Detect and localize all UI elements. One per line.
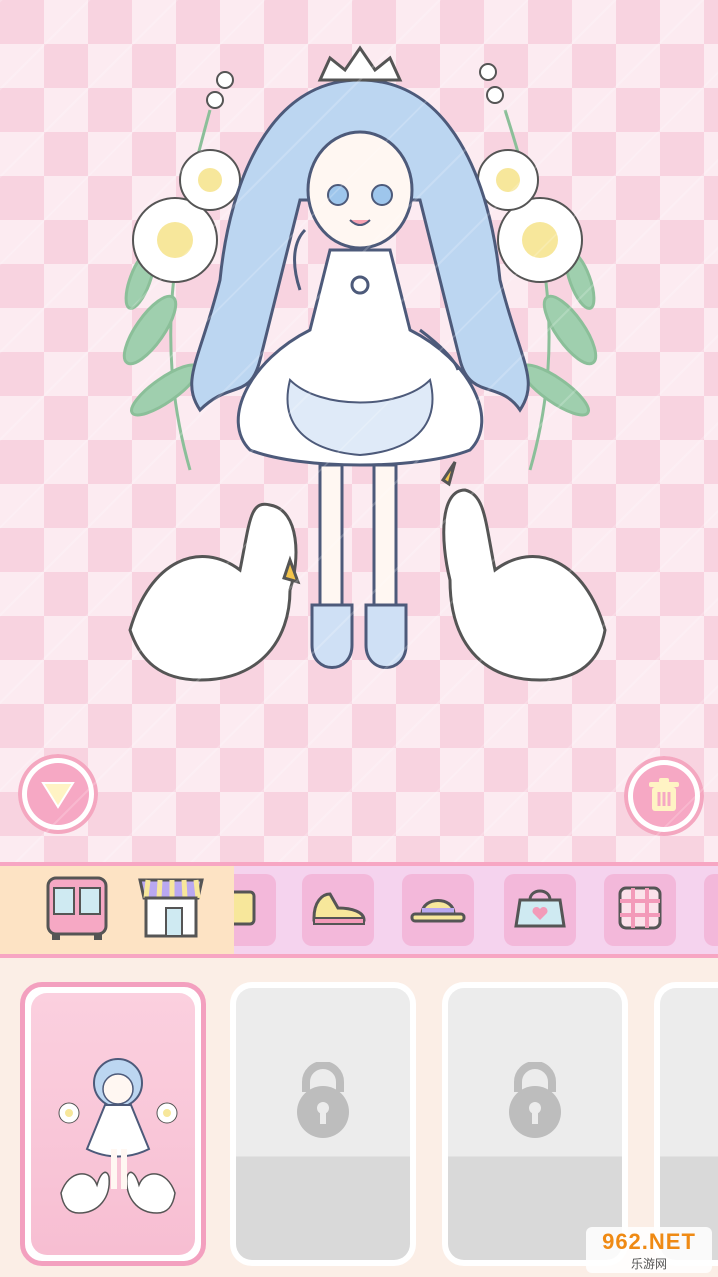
category-shoes[interactable] xyxy=(302,874,374,946)
outfit-slot-3[interactable] xyxy=(442,982,628,1266)
dress xyxy=(236,248,484,467)
outfit-thumbnail xyxy=(31,993,195,1255)
padlock-icon xyxy=(290,1061,356,1142)
outfit-slot-1[interactable] xyxy=(20,982,206,1266)
game-screen: 962.NET 乐游网 xyxy=(0,0,718,1277)
right-swan xyxy=(440,461,607,682)
left-swan xyxy=(128,502,301,682)
triangle-down-icon xyxy=(27,763,89,825)
outfit-slot-2[interactable] xyxy=(230,982,416,1266)
toolbar-left-panel xyxy=(0,866,234,954)
padlock-icon xyxy=(502,1061,568,1142)
category-hat[interactable] xyxy=(402,874,474,946)
shoes-icon xyxy=(308,888,368,932)
left-wreath xyxy=(122,109,212,471)
bag-icon xyxy=(512,886,568,934)
watermark-subtitle: 乐游网 xyxy=(630,1256,667,1271)
shop-icon[interactable] xyxy=(136,874,206,946)
trash-button[interactable] xyxy=(624,756,704,836)
category-more[interactable] xyxy=(704,874,718,946)
tiara xyxy=(317,45,403,82)
category-toolbar xyxy=(0,862,718,958)
category-pattern[interactable] xyxy=(604,874,676,946)
right-wreath xyxy=(503,109,598,471)
trash-icon xyxy=(633,765,695,827)
dress-up-scene xyxy=(0,0,718,862)
hat-icon xyxy=(408,888,468,932)
face xyxy=(306,130,414,250)
wardrobe-icon[interactable] xyxy=(42,874,112,946)
category-bag[interactable] xyxy=(504,874,576,946)
collapse-button[interactable] xyxy=(18,754,98,834)
character-illustration xyxy=(122,45,607,682)
outfit-slot-4[interactable] xyxy=(654,982,718,1266)
pattern-icon xyxy=(616,884,664,936)
right-flowers xyxy=(477,63,583,283)
left-flowers xyxy=(132,71,241,283)
watermark: 962.NET 乐游网 xyxy=(586,1227,712,1273)
watermark-brand: 962.NET xyxy=(602,1228,696,1254)
hair xyxy=(190,78,530,413)
